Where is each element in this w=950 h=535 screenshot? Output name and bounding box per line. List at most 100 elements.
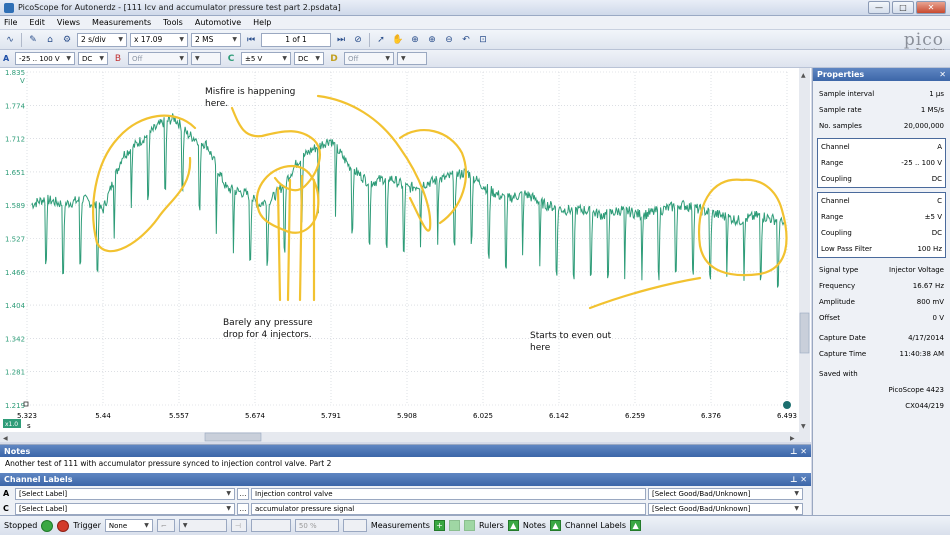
notes-pin-close-icon[interactable]: ⊥ ✕ xyxy=(790,447,807,456)
channel-b-coupling[interactable]: ▼ xyxy=(191,52,221,65)
channel-c-coupling[interactable]: DC ▼ xyxy=(294,52,324,65)
trigger-percent-field[interactable]: 50 % xyxy=(294,519,339,532)
description-field[interactable]: accumulator pressure signal xyxy=(251,502,646,515)
prop-row: Coupling DC xyxy=(818,225,945,241)
trigger-edge-icon[interactable]: ⌐ xyxy=(156,519,175,532)
x-tick-label: 6.259 xyxy=(625,412,645,420)
prop-row: Signal type Injector Voltage xyxy=(813,262,950,278)
annotation-pressure-2: drop for 4 injectors. xyxy=(223,330,312,340)
menu-edit[interactable]: Edit xyxy=(29,18,45,27)
y-tick-label: 1.466 xyxy=(5,269,26,277)
scope-view[interactable]: 1.835 1.774 1.712 1.651 1.589 1.527 1.466 1.404… xyxy=(0,68,811,442)
rulers-button[interactable]: ▲ xyxy=(507,520,519,531)
last-page-icon[interactable]: ⏭ xyxy=(334,33,348,47)
label-select-value: [Select Label] xyxy=(19,504,68,513)
prop-sample-interval: Sample interval 1 µs xyxy=(813,86,950,102)
maximize-button[interactable]: □ xyxy=(892,1,914,14)
remove-measurement-button[interactable] xyxy=(448,520,460,531)
trigger-source-select[interactable]: ▼ xyxy=(178,519,227,532)
label-select[interactable]: [Select Label] ▼ xyxy=(15,487,235,500)
annotation-pressure-1: Barely any pressure xyxy=(223,318,313,328)
channel-a-range[interactable]: -25 .. 100 V ▼ xyxy=(15,52,75,65)
hand-icon[interactable]: ✋ xyxy=(391,33,405,47)
page-value: 1 of 1 xyxy=(285,35,307,44)
zoom-field[interactable]: x 17.09 ▼ xyxy=(130,32,188,47)
channel-letter: C xyxy=(3,504,9,513)
prop-label: Frequency xyxy=(819,282,856,290)
more-button[interactable]: … xyxy=(237,502,249,515)
probe-icon[interactable]: ✎ xyxy=(26,33,40,47)
general-props: Sample interval 1 µs Sample rate 1 MS/s No… xyxy=(813,81,950,134)
home-icon[interactable]: ⌂ xyxy=(43,33,57,47)
menu-file[interactable]: File xyxy=(4,18,17,27)
description-field[interactable]: Injection control valve xyxy=(251,487,646,500)
pointer-icon[interactable]: ➚ xyxy=(374,33,388,47)
samples-select[interactable]: 2 MS ▼ xyxy=(191,32,241,47)
status-select[interactable]: [Select Good/Bad/Unknown] ▼ xyxy=(648,487,803,500)
menu-measurements[interactable]: Measurements xyxy=(92,18,151,27)
undo-zoom-icon[interactable]: ↶ xyxy=(459,33,473,47)
properties-close-icon[interactable]: ✕ xyxy=(939,70,946,79)
channel-b-letter: B xyxy=(114,53,122,64)
page-field[interactable]: 1 of 1 xyxy=(261,32,331,47)
prop-value: -25 .. 100 V xyxy=(901,159,942,167)
prop-row: Capture Time 11:40:38 AM xyxy=(813,346,950,362)
y-tick-label: 1.219 xyxy=(5,402,25,410)
zoom-in-icon[interactable]: ⊕ xyxy=(425,33,439,47)
prop-row: Channel A xyxy=(818,139,945,155)
prop-label: Saved with xyxy=(819,370,858,378)
menu-views[interactable]: Views xyxy=(57,18,80,27)
notes-button[interactable]: ▲ xyxy=(549,520,561,531)
channel-labels-header: Channel Labels ⊥ ✕ xyxy=(0,473,811,486)
notes-text[interactable]: Another test of 111 with accumulator pre… xyxy=(0,457,811,470)
prop-label: Sample rate xyxy=(819,106,862,114)
status-select-value: [Select Good/Bad/Unknown] xyxy=(652,489,751,498)
title-bar: PicoScope for Autonerdz - [111 Icv and a… xyxy=(0,0,950,16)
x-tick-label: 6.376 xyxy=(701,412,722,420)
channel-d-coupling[interactable]: ▼ xyxy=(397,52,427,65)
stop-button[interactable] xyxy=(57,519,70,532)
channel-d-range[interactable]: Off ▼ xyxy=(344,52,394,65)
auto-setup-icon[interactable]: ⚙ xyxy=(60,33,74,47)
zoom-fit-icon[interactable]: ⊡ xyxy=(476,33,490,47)
channel-b-range[interactable]: Off ▼ xyxy=(128,52,188,65)
menu-automotive[interactable]: Automotive xyxy=(195,18,241,27)
scope-mode-icon[interactable]: ∿ xyxy=(3,33,17,47)
zoom-select-icon[interactable]: ⊕ xyxy=(408,33,422,47)
trigger-mode-select[interactable]: None ▼ xyxy=(104,519,153,532)
prop-value: 100 Hz xyxy=(917,245,942,253)
add-measurement-button[interactable]: + xyxy=(433,520,445,531)
close-button[interactable]: ✕ xyxy=(916,1,946,14)
zoom-out-icon[interactable]: ⊖ xyxy=(442,33,456,47)
start-button[interactable] xyxy=(41,519,54,532)
prop-label: Range xyxy=(821,213,844,221)
x-tick-label: 5.323 xyxy=(17,412,37,420)
prop-value: 4/17/2014 xyxy=(908,334,944,342)
channel-c-letter: C xyxy=(227,53,235,64)
channel-label-row: A [Select Label] ▼ … Injection control va… xyxy=(0,486,811,501)
status-select[interactable]: [Select Good/Bad/Unknown] ▼ xyxy=(648,502,803,515)
more-button[interactable]: … xyxy=(237,487,249,500)
channel-c-range[interactable]: ±5 V ▼ xyxy=(241,52,291,65)
description-value: Injection control valve xyxy=(255,489,333,498)
channel-labels-button[interactable]: ▲ xyxy=(630,520,642,531)
prop-value: CX044/219 xyxy=(905,402,944,410)
menu-help[interactable]: Help xyxy=(253,18,271,27)
channel-labels-pin-close-icon[interactable]: ⊥ ✕ xyxy=(790,475,807,484)
menu-tools[interactable]: Tools xyxy=(163,18,183,27)
first-page-icon[interactable]: ⏮ xyxy=(244,33,258,47)
trigger-threshold-field[interactable] xyxy=(250,519,291,532)
stopwatch-icon[interactable]: ⊘ xyxy=(351,33,365,47)
channel-a-coupling[interactable]: DC ▼ xyxy=(78,52,108,65)
timebase-select[interactable]: 2 s/div ▼ xyxy=(77,32,127,47)
status-bar: Stopped Trigger None ▼ ⌐ ▼ ⊣ 50 % Measure… xyxy=(0,515,950,535)
trigger-level-icon[interactable]: ⊣ xyxy=(230,519,247,532)
edit-measurement-button[interactable] xyxy=(463,520,475,531)
x-tick-label: 5.908 xyxy=(397,412,417,420)
minimize-button[interactable]: — xyxy=(868,1,890,14)
x-axis-badge-text: x1.0 xyxy=(5,421,18,428)
pico-logo-text: pico xyxy=(903,30,944,50)
label-select[interactable]: [Select Label] ▼ xyxy=(15,502,235,515)
prop-row: Amplitude 800 mV xyxy=(813,294,950,310)
trigger-delay-field[interactable] xyxy=(342,519,367,532)
